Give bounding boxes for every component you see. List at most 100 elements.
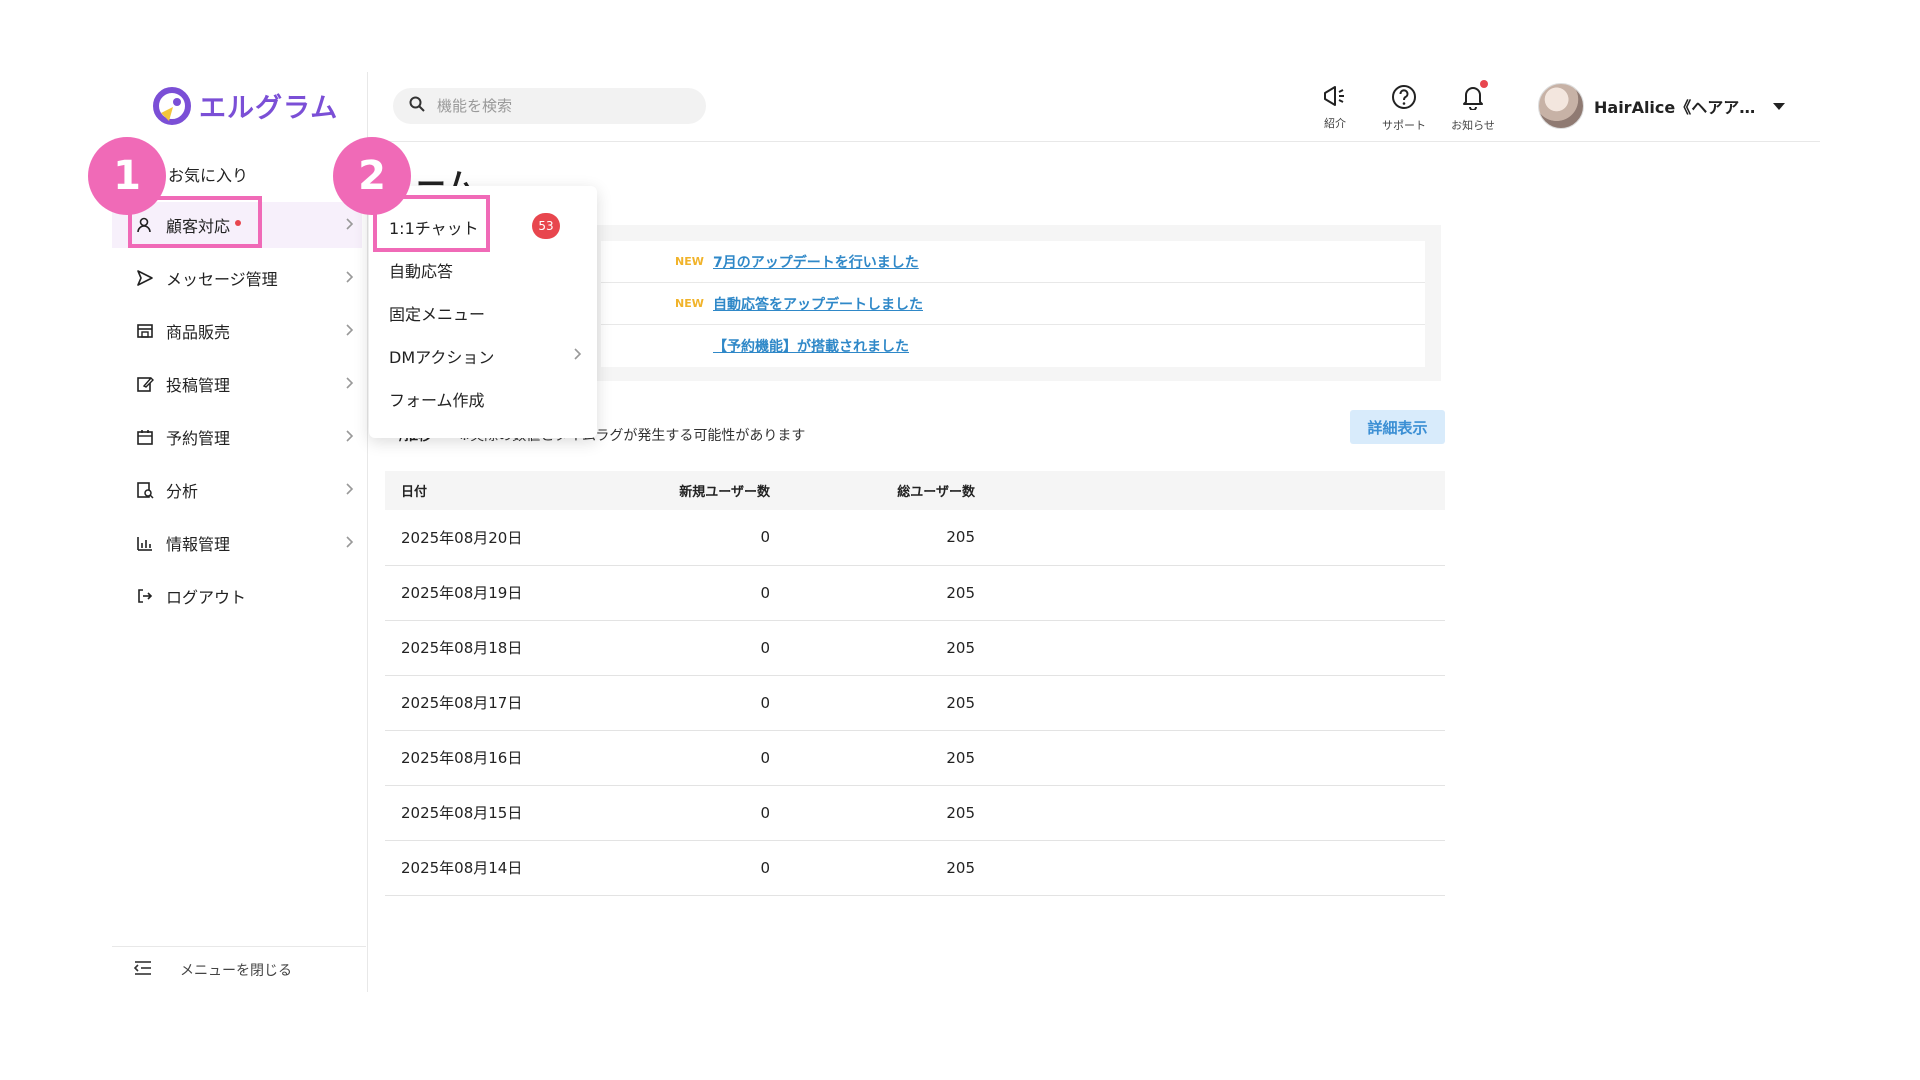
chevron-right-icon [572, 346, 582, 365]
sidebar-item-analytics[interactable]: 分析 [112, 467, 362, 513]
analytics-icon [136, 481, 154, 499]
submenu-item-form-create[interactable]: フォーム作成 [389, 387, 485, 411]
sidebar-item-product-sales[interactable]: 商品販売 [112, 308, 362, 354]
logo-icon [153, 86, 191, 125]
logout-icon [136, 587, 154, 605]
logo-text: エルグラム [199, 93, 339, 124]
cell-total-users: 205 [770, 840, 975, 896]
notice-link[interactable]: 自動応答をアップデートしました [713, 294, 923, 314]
header-support-label: サポート [1382, 119, 1426, 132]
step-marker-1: 1 [88, 137, 166, 215]
notification-dot [1480, 80, 1488, 88]
cell-spacer [975, 510, 1445, 566]
search-box[interactable] [393, 88, 706, 124]
stats-table: 日付 新規ユーザー数 総ユーザー数 2025年08月20日 0 205 2025… [385, 471, 1445, 896]
sidebar-item-post-management[interactable]: 投稿管理 [112, 361, 362, 407]
cell-new-users: 0 [575, 565, 770, 621]
chevron-right-icon [344, 216, 354, 235]
header-notifications-label: お知らせ [1451, 119, 1495, 132]
cell-total-users: 205 [770, 730, 975, 786]
sidebar-item-label: 情報管理 [166, 535, 231, 554]
detail-view-button[interactable]: 詳細表示 [1350, 410, 1445, 444]
table-row: 2025年08月19日 0 205 [385, 565, 1445, 621]
header-intro-button[interactable]: 紹介 [1300, 84, 1370, 131]
notice-item[interactable]: 【予約機能】が搭載されました [601, 325, 1425, 367]
header-notifications-button[interactable]: お知らせ [1438, 80, 1508, 133]
avatar [1538, 83, 1584, 129]
cell-date: 2025年08月16日 [385, 730, 575, 786]
user-name: HairAlice《ヘアア… [1594, 98, 1756, 117]
cell-new-users: 0 [575, 730, 770, 786]
chevron-right-icon [344, 481, 354, 500]
sidebar-item-label: 商品販売 [166, 323, 231, 342]
notice-panel: NEW 7月のアップデートを行いました NEW 自動応答をアップデートしました … [585, 225, 1441, 381]
cell-total-users: 205 [770, 620, 975, 676]
cell-total-users: 205 [770, 785, 975, 841]
header-support-button[interactable]: サポート [1369, 84, 1439, 133]
cell-new-users: 0 [575, 510, 770, 566]
sidebar-item-label: メッセージ管理 [166, 270, 278, 289]
submenu-item-auto-reply[interactable]: 自動応答 [389, 258, 453, 282]
col-spacer [975, 471, 1445, 510]
col-new-users: 新規ユーザー数 [575, 471, 770, 510]
calendar-icon [136, 428, 154, 446]
notice-link[interactable]: 7月のアップデートを行いました [713, 252, 919, 272]
cell-total-users: 205 [770, 675, 975, 731]
col-total-users: 総ユーザー数 [770, 471, 975, 510]
new-badge: NEW [675, 297, 704, 310]
notice-item[interactable]: NEW 7月のアップデートを行いました [601, 241, 1425, 283]
sidebar-item-message-management[interactable]: メッセージ管理 [112, 255, 362, 301]
cell-date: 2025年08月14日 [385, 840, 575, 896]
table-row: 2025年08月20日 0 205 [385, 510, 1445, 566]
table-row: 2025年08月18日 0 205 [385, 620, 1445, 676]
sidebar-item-label: 予約管理 [166, 429, 231, 448]
table-row: 2025年08月15日 0 205 [385, 785, 1445, 841]
close-menu-label: メニューを閉じる [180, 963, 292, 979]
cell-date: 2025年08月17日 [385, 675, 575, 731]
megaphone-icon [1321, 84, 1349, 112]
header-intro-label: 紹介 [1324, 117, 1346, 130]
chevron-down-icon [1773, 102, 1786, 110]
cell-new-users: 0 [575, 840, 770, 896]
sidebar-favorites[interactable]: お気に入り [168, 162, 248, 186]
sidebar-item-label: 投稿管理 [166, 376, 231, 395]
cell-spacer [975, 565, 1445, 621]
close-menu-button[interactable]: メニューを閉じる [133, 960, 292, 980]
search-icon [409, 96, 425, 116]
table-header-row: 日付 新規ユーザー数 総ユーザー数 [385, 471, 1445, 510]
search-input[interactable] [437, 97, 677, 115]
new-badge: NEW [675, 255, 704, 268]
table-row: 2025年08月16日 0 205 [385, 730, 1445, 786]
header-divider [368, 141, 1820, 142]
bar-chart-icon [136, 534, 154, 552]
step-marker-2: 2 [333, 137, 411, 215]
chevron-right-icon [344, 375, 354, 394]
table-row: 2025年08月17日 0 205 [385, 675, 1445, 731]
sidebar-item-label: ログアウト [166, 588, 247, 607]
notice-link[interactable]: 【予約機能】が搭載されました [713, 336, 909, 356]
chevron-right-icon [344, 269, 354, 288]
user-menu[interactable]: HairAlice《ヘアア… [1538, 83, 1786, 129]
cell-spacer [975, 730, 1445, 786]
submenu-item-fixed-menu[interactable]: 固定メニュー [389, 301, 485, 325]
cell-new-users: 0 [575, 620, 770, 676]
app-logo[interactable]: エルグラム [153, 86, 338, 125]
bell-icon [1461, 84, 1485, 114]
notice-list: NEW 7月のアップデートを行いました NEW 自動応答をアップデートしました … [601, 241, 1425, 367]
notice-item[interactable]: NEW 自動応答をアップデートしました [601, 283, 1425, 325]
help-circle-icon [1391, 84, 1417, 114]
chevron-right-icon [344, 322, 354, 341]
submenu-item-dm-action[interactable]: DMアクション [389, 344, 494, 368]
sidebar-item-logout[interactable]: ログアウト [112, 573, 362, 619]
cell-date: 2025年08月18日 [385, 620, 575, 676]
sidebar-item-reservation-management[interactable]: 予約管理 [112, 414, 362, 460]
cell-date: 2025年08月20日 [385, 510, 575, 566]
cell-spacer [975, 620, 1445, 676]
table-row: 2025年08月14日 0 205 [385, 840, 1445, 896]
sidebar-item-info-management[interactable]: 情報管理 [112, 520, 362, 566]
col-date: 日付 [385, 471, 575, 510]
edit-icon [136, 375, 154, 393]
menu-collapse-icon [133, 960, 152, 980]
sidebar-footer-divider [112, 946, 366, 947]
chevron-right-icon [344, 428, 354, 447]
